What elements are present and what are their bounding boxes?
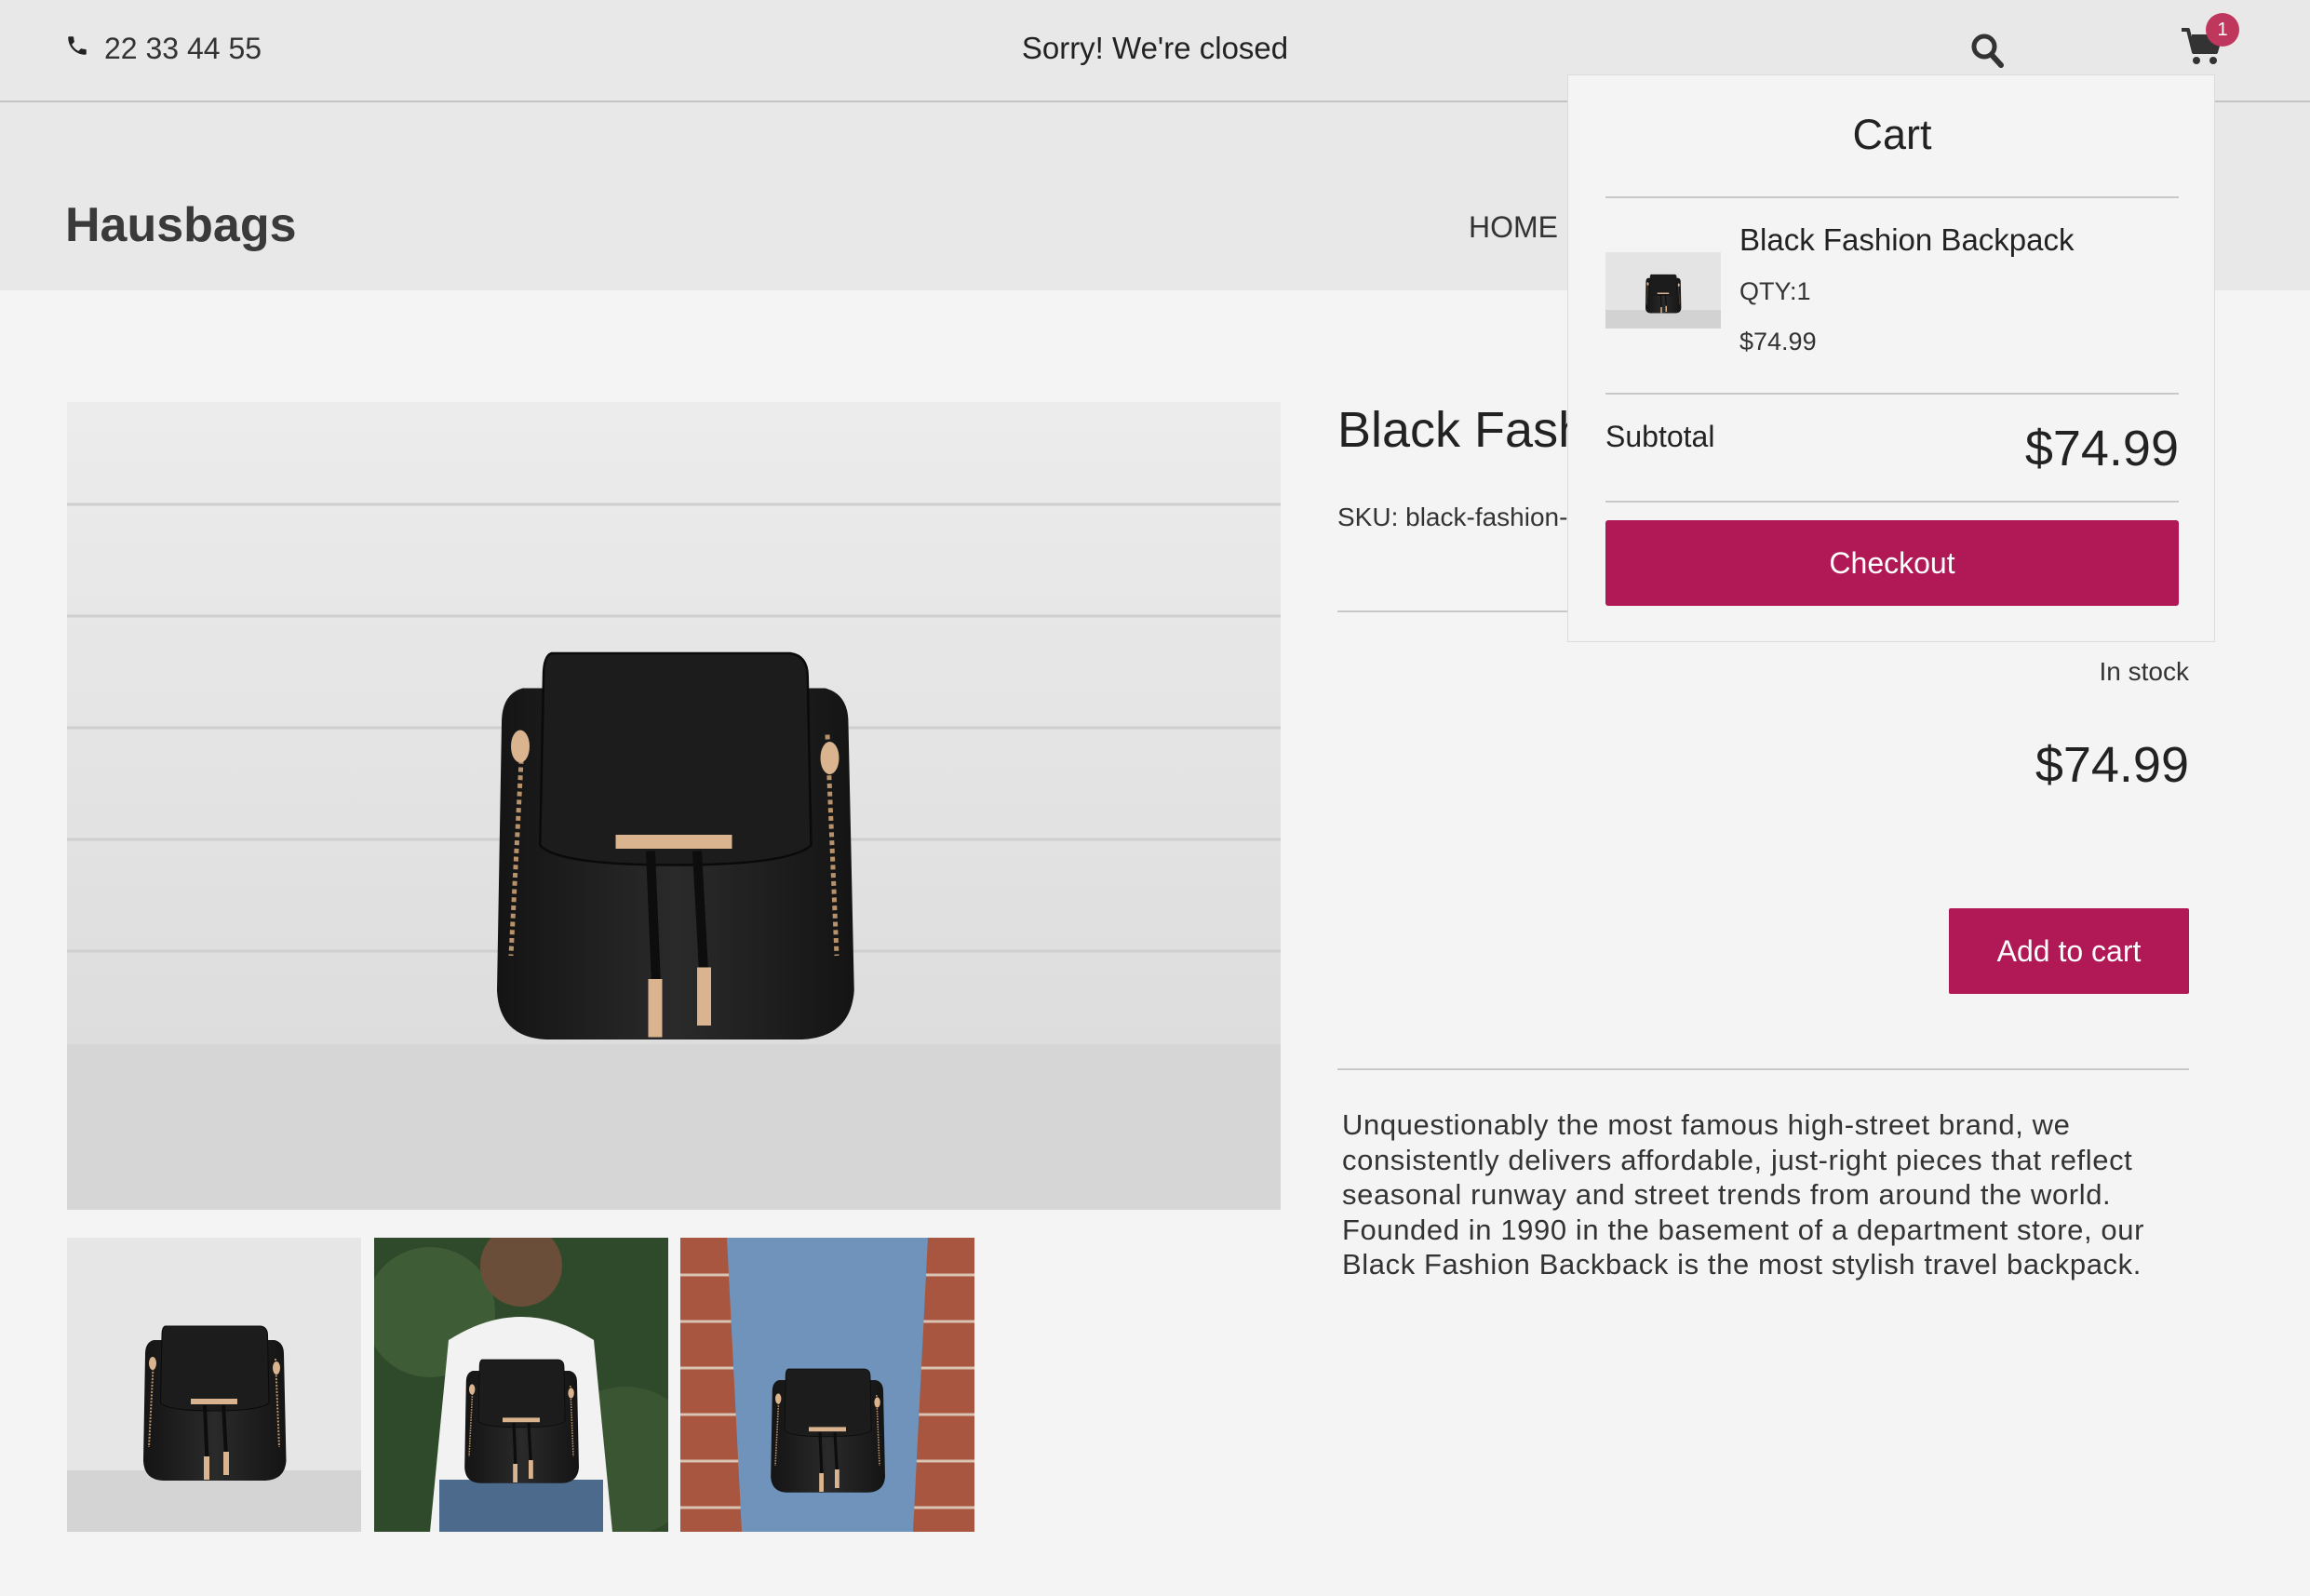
product-description: Unquestionably the most famous high-stre… (1342, 1108, 2145, 1281)
cart-item-price: $74.99 (1739, 328, 1817, 355)
cart-count-badge: 1 (2206, 13, 2239, 47)
stock-status: In stock (2099, 657, 2189, 686)
divider (1337, 1068, 2189, 1070)
divider (1605, 393, 2179, 395)
product-thumbnail[interactable] (374, 1238, 668, 1532)
search-icon[interactable] (1969, 30, 2007, 71)
subtotal-value: $74.99 (2024, 421, 2179, 476)
checkout-button[interactable]: Checkout (1605, 520, 2179, 606)
site-logo[interactable]: Hausbags (65, 194, 297, 257)
add-to-cart-button[interactable]: Add to cart (1949, 908, 2189, 994)
cart-item-quantity: QTY:1 (1739, 277, 1811, 305)
cart-item-thumbnail (1605, 252, 1721, 329)
store-status-message: Sorry! We're closed (1021, 31, 1289, 65)
cart-item-name[interactable]: Black Fashion Backpack (1739, 219, 2075, 262)
divider (1605, 196, 2179, 198)
nav-item-home[interactable]: HOME (1469, 207, 1558, 248)
product-price: $74.99 (2035, 737, 2189, 793)
product-main-image (67, 402, 1281, 1210)
product-thumbnail[interactable] (680, 1238, 974, 1532)
divider (1605, 501, 2179, 503)
cart-title: Cart (1852, 111, 1932, 158)
product-thumbnail[interactable] (67, 1238, 361, 1532)
cart-dropdown: Cart Black Fashion Backpack QTY:1 $74.99… (1567, 74, 2215, 642)
